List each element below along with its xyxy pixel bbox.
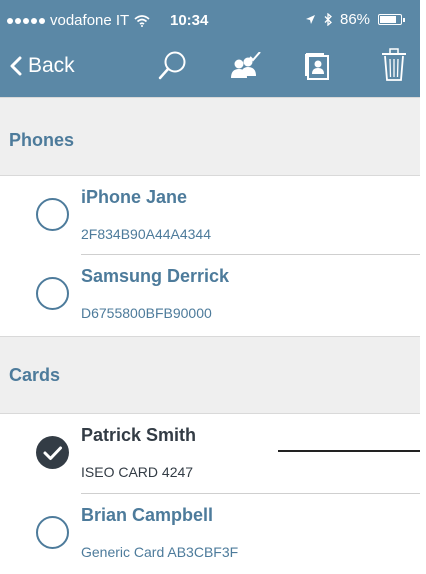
annotation-line <box>278 450 420 452</box>
item-detail: Generic Card AB3CBF3F <box>81 544 239 560</box>
list-item[interactable]: Brian Campbell Generic Card AB3CBF3F <box>0 494 420 574</box>
back-label: Back <box>28 54 75 77</box>
checkmark-circle-icon[interactable] <box>36 436 69 469</box>
section-header-cards: Cards <box>0 336 420 414</box>
wifi-icon <box>134 15 150 27</box>
item-name: Patrick Smith <box>81 425 197 445</box>
list-item[interactable]: Patrick Smith ISEO CARD 4247 <box>0 414 420 494</box>
status-bar: vodafone IT 10:34 86% <box>0 0 420 38</box>
item-detail: ISEO CARD 4247 <box>81 464 194 480</box>
unchecked-circle-icon[interactable] <box>36 516 69 549</box>
item-detail: D6755800BFB90000 <box>81 305 212 321</box>
list-item[interactable]: iPhone Jane 2F834B90A44A4344 <box>0 176 420 256</box>
search-icon[interactable] <box>158 50 188 82</box>
section-title: Phones <box>9 130 75 150</box>
unchecked-circle-icon[interactable] <box>36 198 69 231</box>
status-time: 10:34 <box>170 12 209 29</box>
section-header-phones: Phones <box>0 97 420 176</box>
status-right: 86% <box>305 11 406 28</box>
carrier-group: vodafone IT <box>7 12 150 29</box>
select-users-icon[interactable] <box>230 52 262 80</box>
bluetooth-icon <box>324 13 332 26</box>
location-arrow-icon <box>306 15 315 24</box>
back-button[interactable]: Back <box>10 54 75 78</box>
chevron-left-icon <box>10 56 22 76</box>
signal-dots-icon <box>7 17 45 24</box>
battery-icon <box>378 14 406 25</box>
trash-icon[interactable] <box>381 48 407 82</box>
battery-percent: 86% <box>340 11 371 28</box>
header: vodafone IT 10:34 86% Back <box>0 0 420 97</box>
item-name: iPhone Jane <box>81 187 188 207</box>
unchecked-circle-icon[interactable] <box>36 277 69 310</box>
checkmark-icon <box>43 446 62 460</box>
item-name: Brian Campbell <box>81 505 214 525</box>
navigation-bar: Back <box>0 38 420 97</box>
list-item[interactable]: Samsung Derrick D6755800BFB90000 <box>0 255 420 335</box>
item-detail: 2F834B90A44A4344 <box>81 226 211 242</box>
carrier-label: vodafone IT <box>50 12 130 29</box>
item-name: Samsung Derrick <box>81 266 230 286</box>
section-title: Cards <box>9 365 61 385</box>
contact-card-icon[interactable] <box>304 51 330 81</box>
